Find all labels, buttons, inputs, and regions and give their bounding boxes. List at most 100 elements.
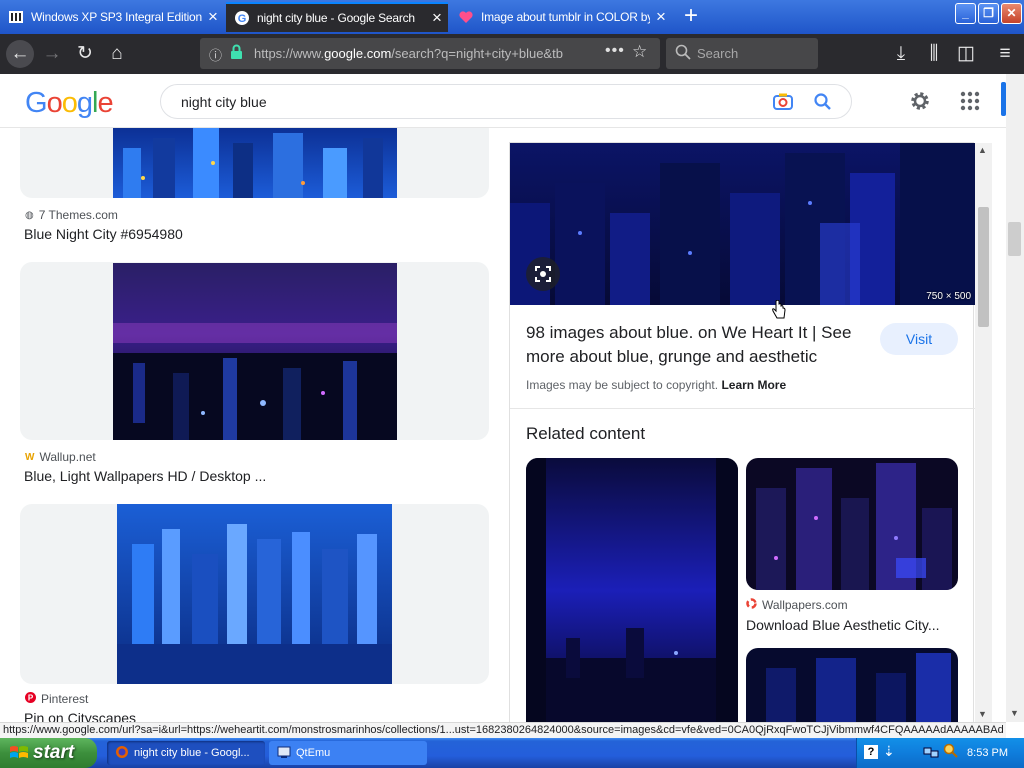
menu-button[interactable]: ≡	[991, 40, 1019, 68]
search-tray-icon[interactable]	[943, 743, 959, 762]
lens-search-button[interactable]	[526, 257, 560, 291]
image-preview-panel: 750 × 500 98 images about blue. on We He…	[509, 142, 992, 722]
url-text: https://www.google.com/search?q=night+ci…	[254, 46, 594, 61]
google-icon: G	[234, 10, 250, 26]
heart-icon	[458, 9, 474, 25]
camera-lens-icon[interactable]	[771, 90, 795, 114]
taskbar-item-label: night city blue - Googl...	[134, 747, 250, 759]
google-logo[interactable]: Google	[25, 87, 114, 120]
taskbar-item-label: QtEmu	[296, 747, 331, 759]
restore-button[interactable]: ❐	[978, 3, 999, 24]
scroll-down-icon[interactable]: ▼	[978, 709, 987, 719]
download-icon: ⤓	[896, 43, 906, 64]
close-tab-icon[interactable]: ×	[426, 8, 448, 28]
svg-text:G: G	[238, 13, 247, 25]
related-source[interactable]: Wallpapers.com	[746, 598, 848, 612]
sidebar-button[interactable]: ◫	[952, 40, 980, 68]
result-card[interactable]	[20, 262, 489, 440]
result-thumbnail[interactable]	[117, 504, 392, 684]
related-thumbnail[interactable]	[526, 458, 738, 722]
hand-cursor-icon	[771, 299, 787, 325]
lens-icon	[535, 266, 551, 282]
related-thumbnail[interactable]	[746, 458, 958, 590]
scroll-down-icon[interactable]: ▼	[1010, 708, 1019, 718]
related-content-heading: Related content	[526, 424, 646, 443]
home-icon: ⌂	[111, 43, 123, 64]
apps-grid-icon[interactable]	[958, 89, 982, 113]
tab-windows-xp[interactable]: Windows XP SP3 Integral Edition 2 ×	[0, 2, 224, 32]
logo-letter: G	[25, 87, 48, 119]
navigation-toolbar: ← → ↻ ⌂ ⓘ https://www.google.com/search?…	[0, 34, 1024, 74]
learn-more-link[interactable]: Learn More	[721, 378, 786, 392]
tab-google-search[interactable]: G night city blue - Google Search ×	[226, 2, 448, 32]
result-source[interactable]: W Wallup.net	[25, 450, 96, 464]
logo-letter: o	[61, 87, 78, 119]
result-title[interactable]: Pin on Cityscapes	[24, 710, 136, 722]
new-tab-button[interactable]: +	[678, 3, 704, 29]
preview-title[interactable]: 98 images about blue. on We Heart It | S…	[526, 321, 876, 369]
start-button[interactable]: start	[0, 738, 97, 768]
result-card[interactable]	[20, 504, 489, 684]
result-thumbnail[interactable]	[113, 128, 397, 198]
reload-button[interactable]: ↻	[71, 40, 99, 68]
settings-gear-icon[interactable]	[908, 89, 932, 113]
result-title[interactable]: Blue, Light Wallpapers HD / Desktop ...	[24, 468, 266, 484]
page-scroll-thumb[interactable]	[1008, 222, 1021, 256]
firefox-icon	[115, 745, 129, 762]
logo-letter: g	[76, 87, 93, 119]
hamburger-menu-icon: ≡	[999, 43, 1011, 64]
help-icon[interactable]: ?	[864, 745, 878, 759]
page-actions-icon[interactable]: •••	[605, 42, 625, 60]
arrows-tray-icon[interactable]: ⇣	[883, 743, 895, 760]
result-card[interactable]	[20, 128, 489, 198]
result-thumbnail[interactable]	[113, 263, 397, 440]
close-tab-icon[interactable]: ×	[202, 7, 224, 27]
pinterest-icon: P	[25, 692, 36, 706]
result-title[interactable]: Blue Night City #6954980	[24, 226, 183, 242]
lock-icon[interactable]	[230, 44, 243, 63]
minimize-button[interactable]: _	[955, 3, 976, 24]
tab-strip: Windows XP SP3 Integral Edition 2 × G ni…	[0, 0, 1024, 34]
search-query[interactable]: night city blue	[181, 94, 267, 110]
home-button[interactable]: ⌂	[103, 40, 131, 68]
preview-image[interactable]: 750 × 500	[510, 143, 975, 305]
page-scrollbar[interactable]: ▼	[1006, 74, 1024, 722]
info-icon[interactable]: ⓘ	[209, 45, 222, 64]
related-thumbnail[interactable]	[746, 648, 958, 722]
start-label: start	[33, 742, 75, 763]
tab-title: Windows XP SP3 Integral Edition 2	[31, 10, 202, 24]
result-source[interactable]: ◍ 7 Themes.com	[25, 208, 118, 222]
url-domain: google.com	[324, 46, 392, 61]
downloads-button[interactable]: ⤓	[887, 40, 915, 68]
close-tab-icon[interactable]: ×	[650, 7, 672, 27]
source-label: Wallup.net	[39, 450, 96, 464]
taskbar-item-browser[interactable]: night city blue - Googl...	[107, 741, 265, 765]
windows-logo-icon	[9, 744, 29, 768]
panel-scrollbar[interactable]: ▲ ▼	[975, 143, 992, 722]
forward-button[interactable]: →	[38, 40, 66, 68]
url-bar[interactable]: ⓘ https://www.google.com/search?q=night+…	[200, 38, 660, 69]
network-icon[interactable]	[923, 744, 939, 763]
google-search-box[interactable]: night city blue	[160, 84, 852, 119]
browser-search-field[interactable]: Search	[666, 38, 818, 69]
library-icon: ⫼	[929, 43, 939, 64]
taskbar-item-qtemu[interactable]: QtEmu	[269, 741, 427, 765]
logo-letter: e	[97, 87, 113, 119]
scroll-up-icon[interactable]: ▲	[978, 145, 987, 155]
url-path: /search?q=night+city+blue&tb	[391, 46, 563, 61]
search-icon[interactable]	[811, 90, 835, 114]
visit-button[interactable]: Visit	[880, 323, 958, 355]
back-button[interactable]: ←	[6, 40, 34, 68]
bookmark-star-icon[interactable]: ☆	[632, 42, 647, 62]
related-title[interactable]: Download Blue Aesthetic City...	[746, 617, 940, 633]
tab-weheartit[interactable]: Image about tumblr in COLOR by ×	[450, 2, 672, 32]
divider	[510, 408, 975, 409]
wallup-icon: W	[25, 451, 35, 463]
library-button[interactable]: ⫼	[920, 40, 948, 68]
clock[interactable]: 8:53 PM	[967, 747, 1008, 759]
reload-icon: ↻	[77, 43, 93, 64]
panel-scroll-thumb[interactable]	[978, 207, 989, 327]
close-window-button[interactable]: ✕	[1001, 3, 1022, 24]
link-status-url: https://www.google.com/url?sa=i&url=http…	[0, 722, 1006, 738]
result-source[interactable]: P Pinterest	[25, 692, 88, 706]
